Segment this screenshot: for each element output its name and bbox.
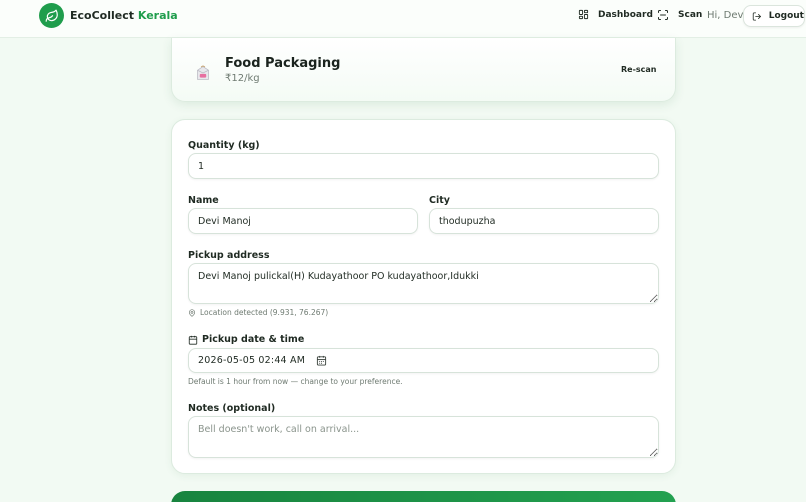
location-detected-text: Location detected (9.931, 76.267) [200, 308, 329, 317]
nav-dashboard-link[interactable]: Dashboard [578, 9, 653, 20]
logout-icon [752, 11, 761, 21]
scan-icon [658, 10, 668, 20]
location-detected-hint: Location detected (9.931, 76.267) [188, 308, 328, 317]
scanned-item-card: Food Packaging ₹12/kg Re-scan [171, 38, 676, 102]
pickup-address-input[interactable]: Devi Manoj pulickal(H) Kudayathoor PO ku… [188, 263, 659, 304]
notes-label: Notes (optional) [188, 403, 276, 414]
brand-accent-text: Kerala [137, 9, 178, 22]
top-navbar: EcoCollect Kerala Dashboard Scan Hi, Dev… [0, 0, 806, 38]
name-label: Name [188, 195, 219, 206]
calendar-icon [188, 335, 198, 345]
leaf-logo-icon[interactable] [39, 3, 64, 28]
rescan-button[interactable]: Re-scan [621, 65, 657, 74]
brand-name[interactable]: EcoCollect Kerala [70, 9, 178, 22]
quantity-label: Quantity (kg) [188, 140, 260, 151]
nav-dashboard-label: Dashboard [598, 9, 653, 20]
pickup-datetime-input[interactable]: 2026-05-05 02:44 AM [188, 348, 659, 373]
city-label: City [429, 195, 450, 206]
pickup-form: Quantity (kg) Name City Pickup address D… [171, 119, 676, 474]
dashboard-grid-icon [578, 9, 589, 20]
name-input[interactable] [188, 208, 418, 234]
nav-scan-link[interactable]: Scan [657, 9, 702, 21]
quantity-input[interactable] [188, 153, 659, 179]
logout-button[interactable]: Logout [743, 5, 805, 27]
schedule-pickup-button[interactable] [171, 491, 676, 502]
nav-scan-label: Scan [678, 10, 703, 20]
pickup-datetime-label-text: Pickup date & time [202, 334, 305, 345]
map-pin-icon [188, 308, 196, 317]
pickup-address-label: Pickup address [188, 250, 270, 261]
food-packaging-icon [197, 65, 209, 80]
calendar-picker-icon[interactable] [316, 355, 327, 366]
product-price: ₹12/kg [225, 73, 260, 84]
notes-input[interactable] [188, 416, 659, 458]
pickup-default-hint: Default is 1 hour from now — change to y… [188, 377, 403, 386]
pickup-datetime-label: Pickup date & time [188, 334, 304, 345]
user-greeting: Hi, Devi [707, 10, 747, 21]
product-name: Food Packaging [225, 56, 341, 71]
city-input[interactable] [429, 208, 659, 234]
logout-label: Logout [768, 11, 804, 21]
pickup-datetime-value: 2026-05-05 02:44 AM [198, 355, 306, 366]
brand-main-text: EcoCollect [70, 9, 135, 22]
